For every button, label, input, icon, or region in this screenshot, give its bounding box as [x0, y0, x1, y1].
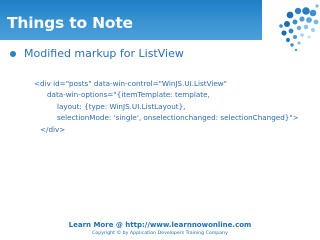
- learn-more-link[interactable]: Learn More @ http://www.learnnowonline.c…: [0, 221, 320, 230]
- footer: Learn More @ http://www.learnnowonline.c…: [0, 221, 320, 237]
- slide: Things to Note Modified markup for ListV…: [0, 0, 320, 240]
- code-line: </div>: [40, 124, 66, 134]
- header-bar: Things to Note: [0, 0, 262, 40]
- code-line: data-win-options="{itemTemplate: templat…: [47, 90, 210, 100]
- code-block: <div id="posts" data-win-control="WinJS.…: [34, 78, 299, 135]
- code-line: layout: {type: WinJS.UI.ListLayout},: [57, 101, 186, 111]
- bullet-text: Modified markup for ListView: [24, 47, 184, 60]
- bullet-dot-icon: [10, 51, 16, 57]
- slide-title: Things to Note: [7, 14, 133, 32]
- bullet-item: Modified markup for ListView: [10, 45, 184, 63]
- dotted-swirl-logo-icon: [279, 4, 319, 52]
- code-line: <div id="posts" data-win-control="WinJS.…: [34, 79, 227, 88]
- code-line: selectionMode: 'single', onselectionchan…: [57, 113, 299, 123]
- copyright-text: Copyright © by Application Developers Tr…: [92, 231, 228, 236]
